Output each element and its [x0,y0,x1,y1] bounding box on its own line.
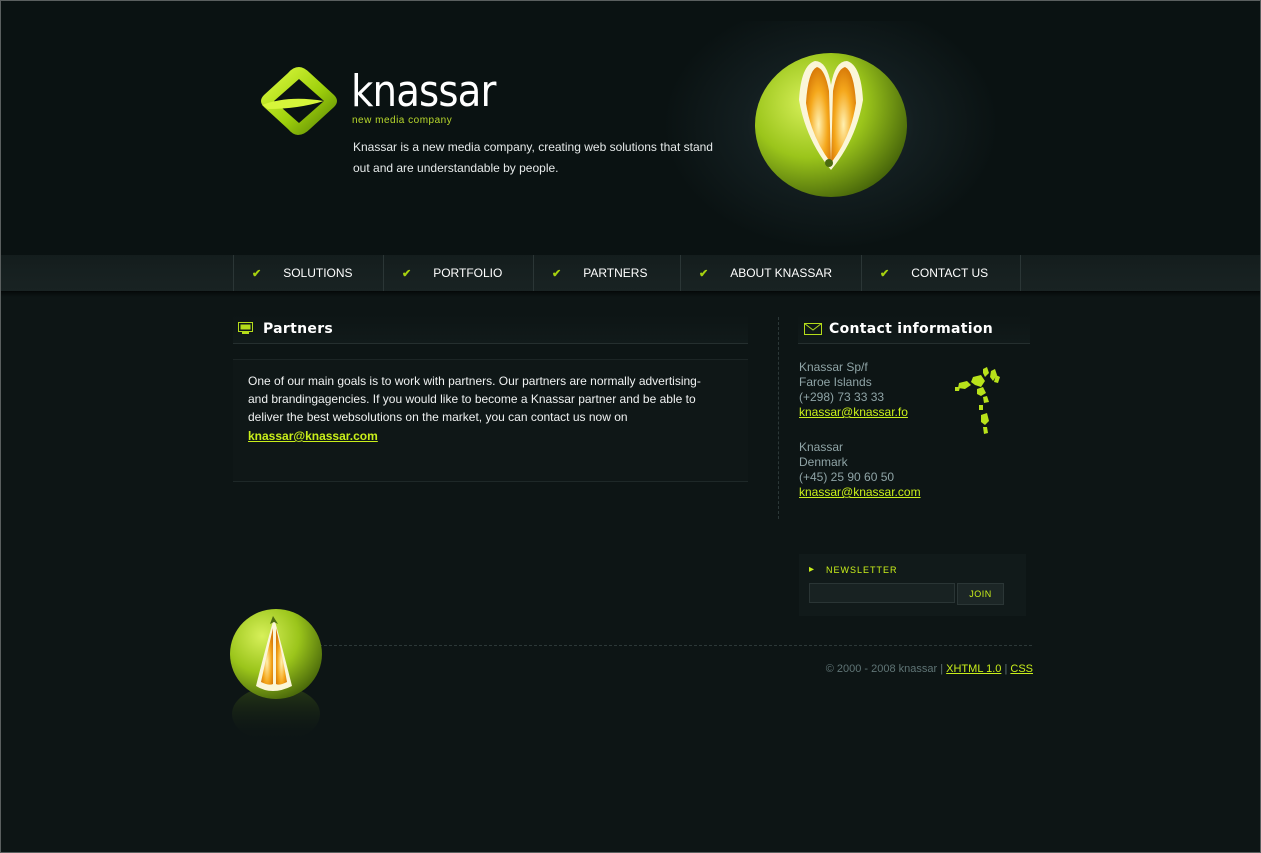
lime-decoration-image [230,609,322,742]
section-title: Contact information [829,321,994,337]
nav-item-portfolio[interactable]: ✔ PORTFOLIO [384,255,534,291]
office-location: Faroe Islands [799,375,872,389]
footer: © 2000 - 2008 knassar | XHTML 1.0 | CSS [826,663,1033,675]
column-divider [778,317,779,519]
partners-text: One of our main goals is to work with pa… [248,372,718,445]
footer-divider [319,645,1032,646]
check-icon: ✔ [252,267,262,280]
footer-separator: | [1004,663,1008,675]
join-button[interactable]: JOIN [957,583,1004,605]
contact-office-faroe: Knassar Sp/f Faroe Islands (+298) 73 33 … [799,360,908,420]
monitor-icon [238,322,253,334]
copyright-text: © 2000 - 2008 knassar | [825,663,944,675]
contact-office-denmark: Knassar Denmark (+45) 25 90 60 50 knassa… [799,440,921,500]
office-phone: (+45) 25 90 60 50 [799,470,895,484]
logo-tagline: new media company [352,115,453,126]
nav-item-label: PARTNERS [583,266,648,280]
lime-heart-image [755,53,907,197]
navbar-shadow [1,291,1260,297]
check-icon: ✔ [552,267,562,280]
partners-email-link[interactable]: knassar@knassar.com [248,427,718,445]
faroe-islands-map-icon [955,367,1000,434]
nav-item-label: ABOUT KNASSAR [730,266,833,280]
newsletter-box: ▸ NEWSLETTER JOIN [799,554,1026,616]
nav-item-partners[interactable]: ✔ PARTNERS [534,255,681,291]
css-link[interactable]: CSS [1010,663,1033,675]
check-icon: ✔ [699,267,709,280]
newsletter-label: NEWSLETTER [826,565,898,575]
nav-item-label: SOLUTIONS [283,266,353,280]
check-icon: ✔ [880,267,890,280]
main-navigation: ✔ SOLUTIONS ✔ PORTFOLIO ✔ PARTNERS ✔ ABO… [1,255,1260,292]
office-location: Denmark [799,455,848,469]
page: knassar new media company Knassar is a n… [0,0,1261,853]
check-icon: ✔ [402,267,412,280]
header: knassar new media company Knassar is a n… [1,1,1260,259]
nav-list: ✔ SOLUTIONS ✔ PORTFOLIO ✔ PARTNERS ✔ ABO… [233,255,1021,291]
partners-body: One of our main goals is to work with pa… [248,374,701,424]
intro-text: Knassar is a new media company, creating… [353,140,713,175]
nav-item-contact[interactable]: ✔ CONTACT US [862,255,1021,291]
office-email-link[interactable]: knassar@knassar.fo [799,405,908,419]
partners-heading: Partners [233,315,748,344]
section-title: Partners [263,321,334,337]
nav-item-label: CONTACT US [911,266,989,280]
office-name: Knassar Sp/f [799,360,868,374]
newsletter-email-input[interactable] [809,583,955,603]
xhtml-link[interactable]: XHTML 1.0 [946,663,1001,675]
contact-heading: Contact information [798,315,1030,344]
nav-item-solutions[interactable]: ✔ SOLUTIONS [234,255,384,291]
office-name: Knassar [799,440,844,454]
logo-wordmark[interactable]: knassar [351,67,496,117]
partners-content: One of our main goals is to work with pa… [233,359,748,482]
knassar-logo-icon[interactable] [258,65,340,137]
nav-item-about[interactable]: ✔ ABOUT KNASSAR [681,255,862,291]
nav-item-label: PORTFOLIO [433,266,503,280]
office-email-link[interactable]: knassar@knassar.com [799,485,921,499]
office-phone: (+298) 73 33 33 [799,390,885,404]
arrow-right-icon: ▸ [809,564,815,575]
envelope-icon [804,323,822,335]
